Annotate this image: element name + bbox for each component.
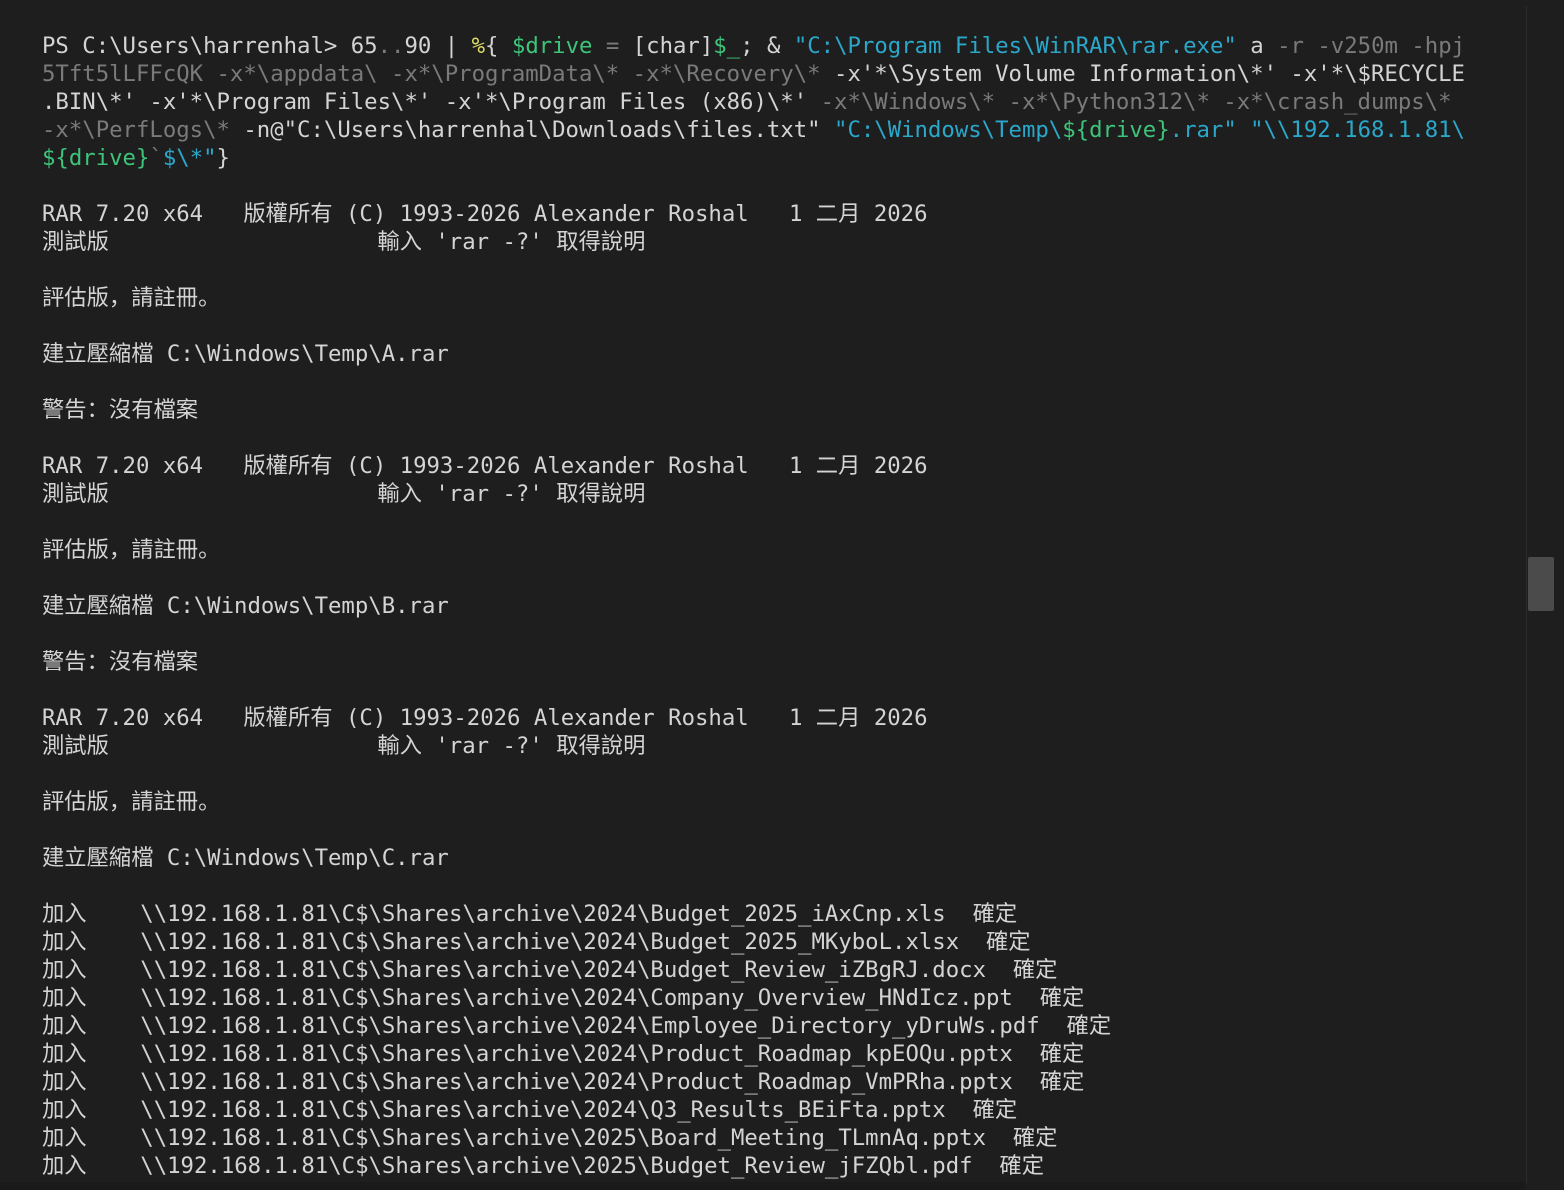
text-segment: 加入 \\192.168.1.81\C$\Shares\archive\2024… [42,1097,1018,1123]
text-segment: ; & [740,33,794,59]
text-segment: 加入 \\192.168.1.81\C$\Shares\archive\2024… [42,957,1058,983]
text-segment: "C:\Windows\Temp\ [834,117,1063,143]
text-segment: a [1236,33,1278,59]
text-segment: -r -v250m -hpj [1277,33,1466,59]
text-segment: $_ [713,33,741,59]
text-segment: = [592,33,633,59]
terminal-line: 加入 \\192.168.1.81\C$\Shares\archive\2024… [42,984,1526,1012]
terminal-line: 建立壓縮檔 C:\Windows\Temp\A.rar [42,340,1526,368]
text-segment: 5Tft5lLFFcQK -x*\appdata\ -x*\ProgramDat… [42,61,835,87]
text-segment: 評估版，請註冊。 [42,285,221,311]
text-segment: 測試版 輸入 'rar -?' 取得說明 [42,481,646,507]
scrollbar-thumb[interactable] [1528,557,1554,611]
terminal-bottom-edge [0,1182,1526,1190]
terminal-line: 加入 \\192.168.1.81\C$\Shares\archive\2024… [42,956,1526,984]
text-segment: PS C:\Users\harrenhal> 65 [42,33,378,59]
text-segment: ${drive} [42,145,150,171]
terminal-line: 測試版 輸入 'rar -?' 取得說明 [42,228,1526,256]
terminal-line: RAR 7.20 x64 版權所有 (C) 1993-2026 Alexande… [42,200,1526,228]
terminal-line: 建立壓縮檔 C:\Windows\Temp\B.rar [42,592,1526,620]
terminal-line: 加入 \\192.168.1.81\C$\Shares\archive\2025… [42,1124,1526,1152]
terminal-line: PS C:\Users\harrenhal> 65..90 | %{ $driv… [42,32,1526,60]
terminal-output: PS C:\Users\harrenhal> 65..90 | %{ $driv… [42,32,1526,1180]
terminal-line: 評估版，請註冊。 [42,284,1526,312]
text-segment: { [485,33,512,59]
terminal-line: RAR 7.20 x64 版權所有 (C) 1993-2026 Alexande… [42,704,1526,732]
text-segment: 建立壓縮檔 C:\Windows\Temp\B.rar [42,593,449,619]
terminal-line: 加入 \\192.168.1.81\C$\Shares\archive\2024… [42,1012,1526,1040]
text-segment: $drive [511,33,593,59]
text-segment: .BIN\*' -x'*\Program Files\*' -x'*\Progr… [42,89,821,115]
text-segment: $\*" [162,145,217,171]
text-segment: 建立壓縮檔 C:\Windows\Temp\C.rar [42,845,449,871]
text-segment: 加入 \\192.168.1.81\C$\Shares\archive\2025… [42,1125,1058,1151]
text-segment: -n@"C:\Users\harrenhal\Downloads\files.t… [243,117,835,143]
text-segment: 測試版 輸入 'rar -?' 取得說明 [42,229,646,255]
text-segment: ` [149,145,163,171]
text-segment: 評估版，請註冊。 [42,537,221,563]
text-segment: RAR 7.20 x64 版權所有 (C) 1993-2026 Alexande… [42,453,928,479]
text-segment: [char] [632,33,714,59]
terminal-window[interactable]: PS C:\Users\harrenhal> 65..90 | %{ $driv… [0,0,1564,1190]
terminal-line: 評估版，請註冊。 [42,536,1526,564]
terminal-line: 測試版 輸入 'rar -?' 取得說明 [42,732,1526,760]
text-segment: 評估版，請註冊。 [42,789,221,815]
text-segment: ${drive} [1062,117,1170,143]
text-segment: 90 | [404,33,472,59]
text-segment: % [471,33,486,59]
text-segment: -x*\PerfLogs\* [42,117,244,143]
text-segment: 建立壓縮檔 C:\Windows\Temp\A.rar [42,341,449,367]
text-segment: 加入 \\192.168.1.81\C$\Shares\archive\2024… [42,1069,1085,1095]
terminal-line: 建立壓縮檔 C:\Windows\Temp\C.rar [42,844,1526,872]
text-segment: "C:\Program Files\WinRAR\rar.exe" [793,33,1237,59]
terminal-line: 警告：沒有檔案 [42,396,1526,424]
text-segment: 加入 \\192.168.1.81\C$\Shares\archive\2024… [42,985,1085,1011]
terminal-line: 評估版，請註冊。 [42,788,1526,816]
terminal-line: 警告：沒有檔案 [42,648,1526,676]
text-segment: 加入 \\192.168.1.81\C$\Shares\archive\2024… [42,901,1018,927]
text-segment: 加入 \\192.168.1.81\C$\Shares\archive\2024… [42,1013,1112,1039]
text-segment: RAR 7.20 x64 版權所有 (C) 1993-2026 Alexande… [42,201,928,227]
text-segment: .. [377,33,405,59]
text-segment: -x*\Windows\* -x*\Python312\* -x*\crash_… [820,89,1452,115]
text-segment: 加入 \\192.168.1.81\C$\Shares\archive\2025… [42,1153,1045,1179]
terminal-line: 加入 \\192.168.1.81\C$\Shares\archive\2024… [42,1068,1526,1096]
terminal-line: ${drive}`$\*"} [42,144,1526,172]
terminal-line: .BIN\*' -x'*\Program Files\*' -x'*\Progr… [42,88,1526,116]
text-segment: RAR 7.20 x64 版權所有 (C) 1993-2026 Alexande… [42,705,928,731]
terminal-line: RAR 7.20 x64 版權所有 (C) 1993-2026 Alexande… [42,452,1526,480]
terminal-line: 加入 \\192.168.1.81\C$\Shares\archive\2024… [42,1096,1526,1124]
text-segment: 測試版 輸入 'rar -?' 取得說明 [42,733,646,759]
terminal-line: 5Tft5lLFFcQK -x*\appdata\ -x*\ProgramDat… [42,60,1526,88]
text-segment: -x'*\System Volume Information\*' -x'*\$… [834,61,1465,87]
terminal-line: -x*\PerfLogs\* -n@"C:\Users\harrenhal\Do… [42,116,1526,144]
text-segment: .rar" "\\192.168.1.81\ [1169,117,1465,143]
terminal-line: 加入 \\192.168.1.81\C$\Shares\archive\2024… [42,900,1526,928]
text-segment: 加入 \\192.168.1.81\C$\Shares\archive\2024… [42,1041,1085,1067]
text-segment: 警告：沒有檔案 [42,397,199,423]
text-segment: 加入 \\192.168.1.81\C$\Shares\archive\2024… [42,929,1031,955]
terminal-line: 加入 \\192.168.1.81\C$\Shares\archive\2024… [42,928,1526,956]
terminal-line: 測試版 輸入 'rar -?' 取得說明 [42,480,1526,508]
terminal-line: 加入 \\192.168.1.81\C$\Shares\archive\2025… [42,1152,1526,1180]
terminal-line: 加入 \\192.168.1.81\C$\Shares\archive\2024… [42,1040,1526,1068]
text-segment: } [216,145,230,171]
text-segment: 警告：沒有檔案 [42,649,199,675]
